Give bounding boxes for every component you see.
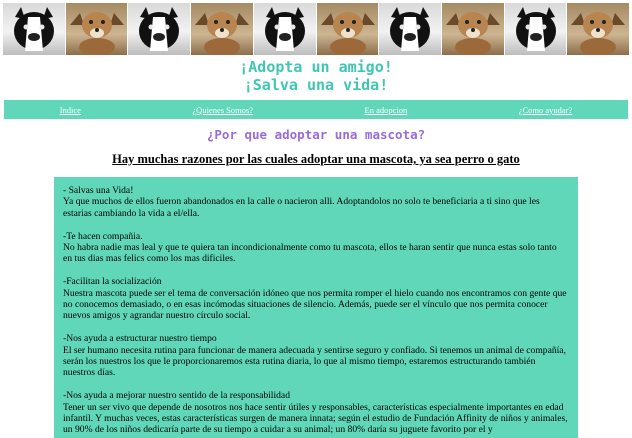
reason-item: -Facilitan la socialización Nuestra masc… [63, 276, 568, 322]
reason-title: -Nos ayuda a estructurar nuestro tiempo [63, 333, 217, 345]
reason-body: Ya que muchos de ellos fueron abandonado… [63, 196, 540, 219]
tagline-adopt: ¡Adopta un amigo! [239, 58, 393, 76]
reason-body: El ser humano necesita rutina para funci… [63, 344, 566, 379]
reason-item: -Nos ayuda a mejorar nuestro sentido de … [63, 390, 568, 436]
reason-item: -Te hacen compañia. No habra nadie mas l… [63, 231, 568, 265]
reason-title: -Facilitan la socialización [63, 276, 162, 288]
border-collie-photo [128, 3, 191, 55]
puppy-photo [191, 3, 253, 55]
nav-link-quienes-somos[interactable]: ¿Quienes Somos? [192, 105, 253, 115]
reasons-panel: - Salvas una Vida! Ya que muchos de ello… [54, 177, 578, 438]
nav-link-indice[interactable]: Indice [60, 105, 81, 115]
puppy-photo [316, 3, 379, 55]
border-collie-photo [504, 3, 567, 55]
reason-body: Nuestra mascota puede ser el tema de con… [63, 287, 567, 322]
reason-title: -Nos ayuda a mejorar nuestro sentido de … [63, 390, 290, 402]
nav-link-en-adopcion[interactable]: En adopcion [365, 105, 408, 115]
border-collie-photo [253, 3, 316, 55]
puppy-photo [65, 3, 128, 55]
page-subtitle: Hay muchas razones por las cuales adopta… [112, 152, 520, 166]
main-nav: Indice ¿Quienes Somos? En adopcion ¿Como… [4, 100, 628, 119]
reason-body: Tener un ser vivo que depende de nosotro… [63, 401, 568, 436]
reason-title: - Salvas una Vida! [63, 185, 134, 196]
page-question: ¿Por que adoptar una mascota? [206, 127, 426, 142]
reason-title: -Te hacen compañia. [63, 230, 143, 242]
border-collie-photo [379, 3, 441, 55]
puppy-photo [441, 3, 504, 55]
tagline-save-life: ¡Salva una vida! [243, 76, 389, 94]
border-collie-photo [3, 3, 65, 55]
reason-item: - Salvas una Vida! Ya que muchos de ello… [63, 185, 568, 219]
photo-banner [3, 3, 630, 55]
nav-link-como-ayudar[interactable]: ¿Como ayudar? [519, 105, 573, 115]
reason-body: No habra nadie mas leal y que te quiera … [63, 242, 557, 265]
reason-item: -Nos ayuda a estructurar nuestro tiempo … [63, 333, 568, 379]
puppy-photo [567, 3, 630, 55]
